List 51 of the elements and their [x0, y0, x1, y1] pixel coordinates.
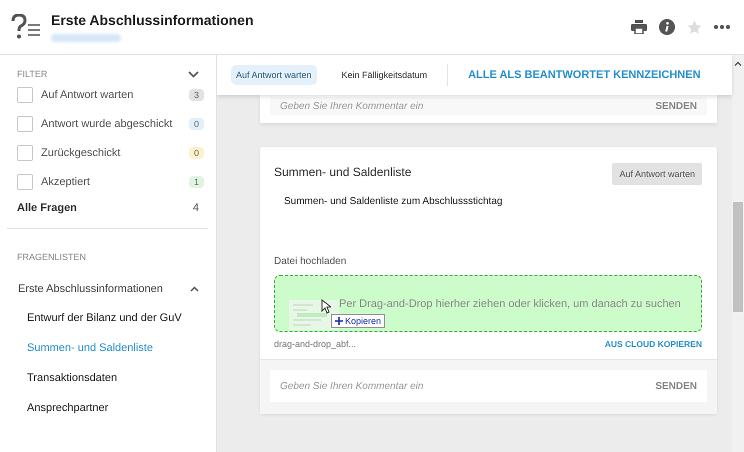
due-date-label[interactable]: Kein Fälligkeitsdatum — [342, 70, 428, 80]
status-badge: Auf Antwort warten — [612, 163, 702, 185]
copy-from-cloud-link[interactable]: AUS CLOUD KOPIEREN — [604, 339, 702, 349]
section-heading: FILTER — [17, 69, 48, 79]
cursor-icon — [321, 299, 331, 314]
questions-list-icon — [11, 14, 41, 40]
page-title: Erste Abschlussinformationen — [51, 12, 255, 28]
filter-label: Antwort wurde abgeschickt — [41, 118, 174, 130]
blurred-subtitle — [51, 34, 121, 42]
section-heading: FRAGENLISTEN — [17, 252, 86, 262]
filter-label: Zurückgeschickt — [41, 146, 122, 158]
question-list-group[interactable]: Erste Abschlussinformationen — [18, 283, 163, 295]
scroll-up-icon[interactable] — [734, 61, 742, 66]
send-button[interactable]: SENDEN — [655, 100, 697, 112]
question-list-item[interactable]: Entwurf der Bilanz und der GuV — [27, 312, 182, 324]
drop-zone-text: Per Drag-and-Drop hierher ziehen oder klicken, um danach zu suchen — [339, 298, 681, 310]
plus-icon — [335, 317, 343, 325]
copy-label: Kopieren — [345, 316, 382, 326]
info-icon[interactable] — [659, 19, 675, 35]
question-title: Summen- und Saldenliste — [274, 165, 412, 179]
comment-field[interactable]: Geben Sie Ihren Kommentar ein SENDEN — [270, 370, 707, 402]
scrollbar[interactable] — [732, 55, 744, 452]
comment-field[interactable]: Geben Sie Ihren Kommentar ein SENDEN — [270, 97, 707, 115]
count-tag: 0 — [188, 118, 204, 130]
checkbox[interactable] — [17, 86, 33, 102]
question-list-item[interactable]: Ansprechpartner — [27, 402, 108, 414]
checkbox[interactable] — [17, 116, 33, 132]
send-button[interactable]: SENDEN — [655, 380, 697, 392]
file-name: drag-and-drop_abf... — [274, 339, 356, 349]
filter-label: Akzeptiert — [41, 176, 91, 188]
scroll-thumb[interactable] — [733, 202, 743, 312]
status-chip[interactable]: Auf Antwort warten — [231, 65, 317, 85]
mark-all-answered-button[interactable]: ALLE ALS BEANTWORTET KENNZEICHNEN — [468, 69, 701, 81]
count-tag: 1 — [188, 176, 204, 188]
chevron-down-icon[interactable] — [188, 70, 199, 78]
all-questions-label[interactable]: Alle Fragen — [17, 202, 77, 214]
question-list-item[interactable]: Transaktionsdaten — [27, 372, 118, 384]
filter-label: Auf Antwort warten — [41, 88, 134, 100]
chevron-icon[interactable] — [190, 286, 199, 292]
count-tag: 3 — [188, 88, 204, 100]
upload-label: Datei hochladen — [274, 256, 348, 267]
drop-zone[interactable]: Per Drag-and-Drop hierher ziehen oder klicken, um danach zu suchen Kopieren — [274, 275, 702, 332]
print-icon[interactable] — [631, 20, 647, 34]
star-icon[interactable] — [687, 20, 702, 34]
question-description: Summen- und Saldenliste zum Abschlussstichtag — [284, 196, 504, 207]
question-list-item[interactable]: Summen- und Saldenliste — [27, 342, 153, 354]
checkbox[interactable] — [17, 144, 33, 160]
count-tag: 0 — [188, 146, 204, 158]
more-icon[interactable] — [714, 25, 730, 29]
checkbox[interactable] — [17, 174, 33, 190]
total-count: 4 — [192, 202, 199, 214]
